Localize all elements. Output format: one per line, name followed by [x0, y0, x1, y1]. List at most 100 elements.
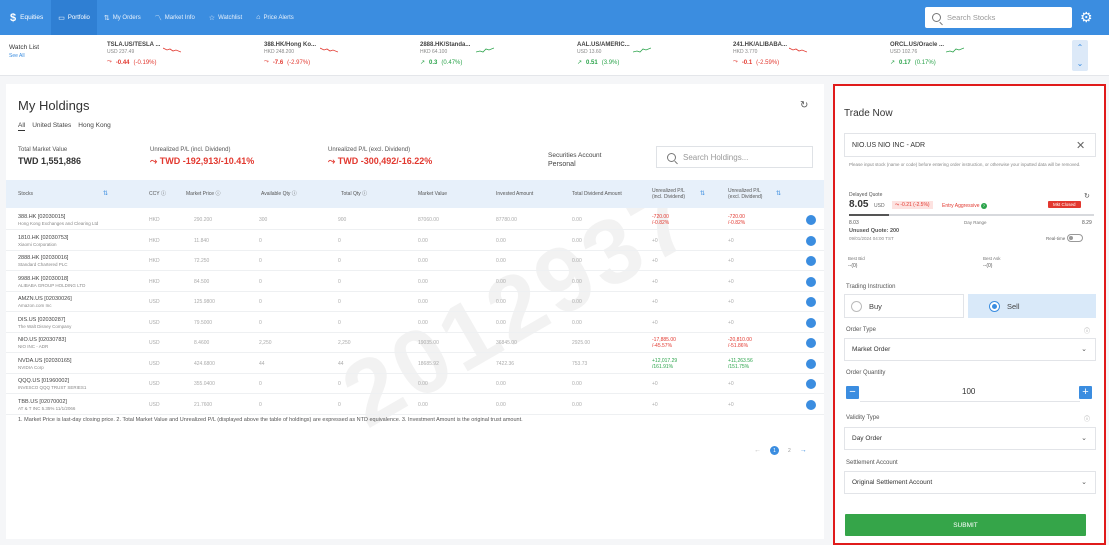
stock-cell[interactable]: NVDA.US [02030165] NVIDIA Corp — [18, 354, 72, 374]
settlement-account-select[interactable]: Original Settlement Account ⌄ — [844, 471, 1096, 494]
securities-account-label: Securities Account — [548, 152, 602, 159]
page-next-number[interactable]: 2 — [788, 448, 791, 454]
row-action-dot[interactable] — [806, 276, 816, 287]
sort-icon[interactable]: ⇅ — [700, 180, 705, 208]
settlement-account-value: Original Settlement Account — [852, 479, 933, 486]
minus-button[interactable]: − — [846, 386, 859, 399]
next-page-icon[interactable]: → — [800, 447, 807, 454]
info-icon[interactable]: ⓘ — [161, 191, 166, 197]
chevron-up-icon[interactable]: ⌃ — [1077, 43, 1084, 52]
quantity-value[interactable]: 100 — [962, 387, 975, 396]
unrealized-pl-incl-label: Unrealized P/L (incl. Dividend) — [150, 147, 231, 153]
tab-all[interactable]: All — [18, 122, 26, 131]
stock-cell[interactable]: AMZN.US [02030026] Amazon.com Inc — [18, 292, 72, 312]
info-icon[interactable]: ⓘ — [362, 191, 367, 197]
row-action-dot[interactable] — [806, 317, 816, 328]
tab-united-states[interactable]: United States — [32, 122, 71, 131]
holdings-search-input[interactable]: Search Holdings... — [656, 146, 813, 168]
watchlist-item[interactable]: ORCL.US/Oracle ... USD 102.76 ↗ 0.17 (0.17%) — [890, 42, 1030, 66]
stock-cell[interactable]: 388.HK [02030015] Hong Kong Exchanges and… — [18, 210, 98, 230]
watchlist-item[interactable]: 2888.HK/Standa... HKD 64.100 ↗ 0.3 (0.47%) — [420, 42, 560, 66]
sort-icon[interactable]: ⇅ — [103, 180, 108, 208]
validity-type-select[interactable]: Day Order ⌄ — [844, 427, 1096, 450]
gear-icon[interactable]: ⚙ — [1080, 9, 1093, 26]
pl-percent: /-51.86% — [728, 343, 749, 349]
tab-hong-kong[interactable]: Hong Kong — [78, 122, 111, 131]
order-type-select[interactable]: Market Order ⌄ — [844, 338, 1096, 361]
stock-cell[interactable]: TBB.US [02070002] AT & T INC 5.35% 11/1/2… — [18, 395, 75, 415]
info-icon[interactable]: ⓘ — [292, 191, 297, 197]
radio-buy[interactable] — [851, 300, 862, 312]
table-row[interactable]: AMZN.US [02030026] Amazon.com Inc USD 125.9… — [6, 292, 824, 312]
row-action-dot[interactable] — [806, 338, 816, 348]
table-row[interactable]: 388.HK [02030015] Hong Kong Exchanges and… — [6, 210, 824, 230]
chart-icon: 〽 — [154, 14, 162, 22]
table-row[interactable]: QQQ.US [01960002] INVESCO QQQ TRUST SERIE… — [6, 374, 824, 394]
toggle-switch[interactable] — [1067, 234, 1084, 242]
row-action-dot[interactable] — [806, 297, 816, 307]
table-row[interactable]: TBB.US [02070002] AT & T INC 5.35% 11/1/2… — [6, 395, 824, 415]
table-row[interactable]: NIO.US [02030783] NIO INC - ADR USD 8.4600 2… — [6, 333, 824, 353]
submit-button[interactable]: SUBMIT — [845, 514, 1086, 536]
watchlist-item[interactable]: AAL.US/AMERIC... USD 13.60 ↗ 0.51 (3.9%) — [577, 42, 717, 66]
table-row[interactable]: 9988.HK [02030018] ALIBABA GROUP HOLDING … — [6, 272, 824, 292]
page-current[interactable]: 1 — [770, 446, 779, 455]
sell-option[interactable]: Sell — [968, 294, 1096, 318]
watchlist-scroller[interactable]: ⌃ ⌄ — [1072, 40, 1088, 71]
row-action-dot[interactable] — [806, 399, 816, 410]
brand-label: Equities — [20, 14, 44, 21]
pl-percent: /161.91% — [652, 363, 674, 370]
chevron-down-icon[interactable]: ⌄ — [1077, 59, 1084, 68]
brand-equities[interactable]: $ Equities — [0, 0, 51, 35]
validity-type-label: Validity Type — [846, 415, 880, 421]
info-icon[interactable]: ⓘ — [1084, 414, 1090, 423]
stock-name: The Walt Disney Company — [18, 323, 72, 329]
col-pl-incl-label: Unrealized P/L (incl. Dividend) — [652, 188, 686, 200]
row-action-dot[interactable] — [806, 235, 816, 246]
nav-item-price-alerts[interactable]: ⌂ Price Alerts — [249, 0, 301, 35]
info-icon[interactable]: ⓘ — [215, 191, 220, 197]
watchlist-change-pct: (-2.59%) — [756, 59, 780, 66]
watchlist-item[interactable]: TSLA.US/TESLA ... USD 237.49 ⤳ -0.44 (-0.19%… — [107, 42, 247, 66]
sparkline — [946, 47, 964, 53]
table-row[interactable]: NVDA.US [02030165] NVIDIA Corp USD 424.6800… — [6, 354, 824, 374]
stock-cell[interactable]: 9988.HK [02030018] ALIBABA GROUP HOLDING … — [18, 272, 85, 292]
stock-cell[interactable]: 2888.HK [02030016] Standard Chartered PLC — [18, 251, 68, 271]
realtime-toggle[interactable]: Real-time — [1046, 234, 1084, 242]
row-action-dot[interactable] — [806, 379, 816, 389]
watchlist-change-pct: (-0.19%) — [133, 59, 157, 66]
prev-page-icon[interactable]: ← — [754, 447, 761, 454]
plus-button[interactable]: + — [1079, 386, 1092, 399]
stock-cell[interactable]: 1810.HK [02030753] Xiaomi Corporation — [18, 231, 68, 251]
buy-option[interactable]: Buy — [844, 294, 964, 318]
nav-item-market-info[interactable]: 〽 Market Info — [148, 0, 202, 35]
nav-item-portfolio[interactable]: ▭ Portfolio — [51, 0, 97, 35]
pl-amount: +0 — [728, 237, 734, 244]
table-row[interactable]: 1810.HK [02030753] Xiaomi Corporation HKD 1… — [6, 231, 824, 251]
nav-item-my-orders[interactable]: ⇅ My Orders — [97, 0, 148, 35]
watchlist-item[interactable]: 388.HK/Hong Ko... HKD 248.200 ⤳ -7.6 (-2.97%… — [264, 42, 404, 66]
securities-account[interactable]: Securities Account Personal — [548, 152, 601, 168]
watchlist-item[interactable]: 241.HK/ALIBABA... HKD 3.770 ⤳ -0.1 (-2.59%) — [733, 42, 873, 66]
col-pl-excl: Unrealized P/L (excl. Dividend) — [728, 180, 768, 208]
cell-ccy: USD — [149, 340, 160, 346]
nav-item-watchlist[interactable]: ☆ Watchlist — [202, 0, 249, 35]
radio-sell[interactable] — [989, 300, 1000, 312]
refresh-icon[interactable]: ↻ — [1084, 192, 1090, 200]
stock-search-input[interactable]: Search Stocks — [925, 7, 1072, 28]
trade-stock-input[interactable]: NIO.US NIO INC - ADR — [844, 133, 1096, 157]
watchlist-see-all-link[interactable]: See All — [9, 53, 25, 59]
stock-cell[interactable]: QQQ.US [01960002] INVESCO QQQ TRUST SERIE… — [18, 374, 86, 394]
row-action-dot[interactable] — [806, 358, 816, 369]
refresh-icon[interactable]: ↻ — [800, 100, 808, 111]
help-icon[interactable]: ? — [980, 203, 987, 209]
close-icon[interactable]: ✕ — [1076, 139, 1085, 152]
sort-icon[interactable]: ⇅ — [776, 180, 781, 208]
row-action-dot[interactable] — [806, 215, 816, 225]
table-row[interactable]: 2888.HK [02030016] Standard Chartered PLC… — [6, 251, 824, 271]
row-action-dot[interactable] — [806, 256, 816, 266]
table-row[interactable]: DIS.US [02030287] The Walt Disney Company… — [6, 313, 824, 333]
stock-cell[interactable]: NIO.US [02030783] NIO INC - ADR — [18, 333, 66, 353]
stock-cell[interactable]: DIS.US [02030287] The Walt Disney Company — [18, 313, 71, 333]
info-icon[interactable]: ⓘ — [1084, 326, 1090, 335]
